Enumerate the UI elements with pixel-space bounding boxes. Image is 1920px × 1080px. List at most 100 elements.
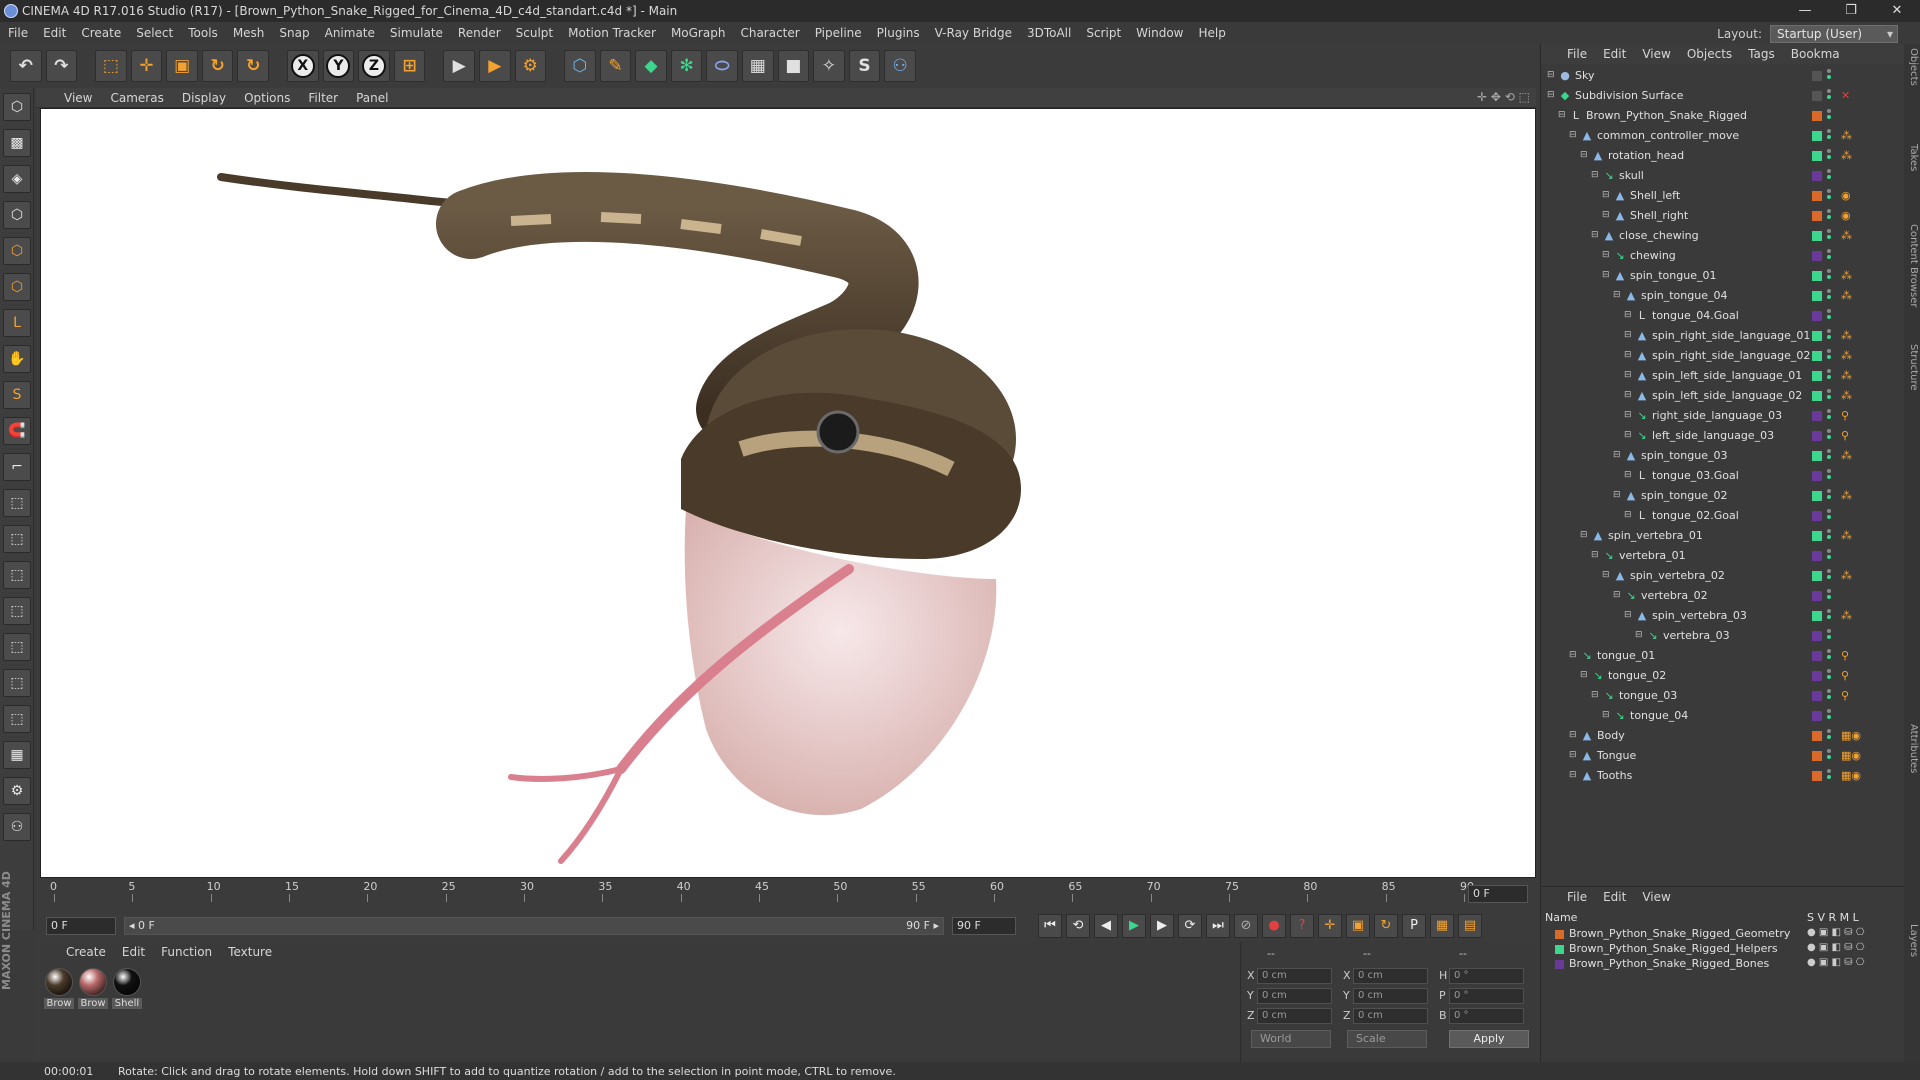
object-name[interactable]: spin_right_side_language_02 [1652,349,1810,362]
left-tool-3[interactable]: ⬡ [3,201,31,229]
layer-color-swatch[interactable] [1812,671,1822,681]
object-name[interactable]: spin_vertebra_02 [1630,569,1725,582]
object-row[interactable]: ⊟ ▲ spin_tongue_04 ⁂ [1541,286,1905,306]
playback-button-6[interactable]: ⏭ [1206,914,1230,938]
visibility-dots-icon[interactable] [1827,569,1831,583]
object-name[interactable]: spin_vertebra_01 [1608,529,1703,542]
visibility-dots-icon[interactable] [1827,529,1831,543]
undo-button[interactable]: ↶ [10,50,42,82]
left-tool-15[interactable]: ⬚ [3,633,31,661]
object-tags[interactable]: ⁂ [1841,149,1852,162]
python-script-button[interactable]: S [848,50,881,82]
expand-toggle-icon[interactable]: ⊟ [1602,190,1610,200]
expand-toggle-icon[interactable]: ⊟ [1569,730,1577,740]
expand-toggle-icon[interactable]: ⊟ [1569,130,1577,140]
layer-color-swatch[interactable] [1812,591,1822,601]
object-row[interactable]: ⊟ ↘ vertebra_03 [1541,626,1905,646]
expand-toggle-icon[interactable]: ⊟ [1602,710,1610,720]
object-row[interactable]: ⊟ ▲ spin_vertebra_02 ⁂ [1541,566,1905,586]
material-swatch[interactable]: Brow [44,968,74,1009]
left-tool-18[interactable]: ▦ [3,741,31,769]
visibility-dots-icon[interactable] [1827,629,1831,643]
menu-item-mesh[interactable]: Mesh [233,26,265,40]
object-name[interactable]: vertebra_02 [1641,589,1708,602]
visibility-dots-icon[interactable] [1827,149,1831,163]
object-row[interactable]: ⊟ ▲ Shell_left ◉ [1541,186,1905,206]
coordinate-field[interactable]: 0 ° [1449,1008,1524,1024]
object-name[interactable]: tongue_04 [1630,709,1688,722]
render-view-button[interactable]: ▶ [443,50,475,82]
layer-color-swatch[interactable] [1812,211,1822,221]
visibility-dots-icon[interactable] [1827,289,1831,303]
viewport-menu-panel[interactable]: Panel [356,91,388,105]
x-axis-button[interactable]: X [287,50,319,82]
object-name[interactable]: Subdivision Surface [1575,89,1683,102]
object-tags[interactable]: ⁂ [1841,489,1852,502]
expand-toggle-icon[interactable]: ⊟ [1591,690,1599,700]
object-row[interactable]: ⊟ ↘ tongue_03 ⚲ [1541,686,1905,706]
layer-color-swatch[interactable] [1812,651,1822,661]
material-swatch[interactable]: Shell [112,968,142,1009]
render-settings-button[interactable]: ⚙ [514,50,547,82]
object-row[interactable]: ⊟ ▲ spin_right_side_language_01 ⁂ [1541,326,1905,346]
menu-item-select[interactable]: Select [136,26,173,40]
layer-color-swatch[interactable] [1812,491,1822,501]
left-tool-7[interactable]: ✋ [3,345,31,373]
object-name[interactable]: Shell_left [1630,189,1680,202]
layer-name[interactable]: Brown_Python_Snake_Rigged_Helpers [1569,942,1778,955]
layer-row[interactable]: Brown_Python_Snake_Rigged_Bones ● ▣ ◧ ⛁ ⎔ [1545,957,1901,972]
expand-toggle-icon[interactable]: ⊟ [1624,370,1632,380]
expand-toggle-icon[interactable]: ⊟ [1602,250,1610,260]
object-name[interactable]: right_side_language_03 [1652,409,1782,422]
visibility-dots-icon[interactable] [1827,549,1831,563]
object-menu-objects[interactable]: Objects [1687,47,1732,61]
object-tags[interactable]: ⁂ [1841,609,1852,622]
layer-color-swatch[interactable] [1812,451,1822,461]
side-tab-structure[interactable]: Structure [1905,344,1919,391]
left-tool-5[interactable]: ⬡ [3,273,31,301]
expand-toggle-icon[interactable]: ⊟ [1635,630,1643,640]
object-name[interactable]: tongue_01 [1597,649,1655,662]
coordinate-system-button[interactable]: ⊞ [393,50,426,82]
object-row[interactable]: ⊟ ▲ spin_tongue_01 ⁂ [1541,266,1905,286]
viewport-menu-options[interactable]: Options [244,91,290,105]
side-tab-takes[interactable]: Takes [1905,144,1919,171]
menu-item-pipeline[interactable]: Pipeline [815,26,862,40]
object-tags[interactable]: ◉ [1841,189,1851,202]
visibility-dots-icon[interactable] [1827,749,1831,763]
visibility-dots-icon[interactable] [1827,369,1831,383]
object-row[interactable]: ⊟ ◆ Subdivision Surface ✕ [1541,86,1905,106]
layer-color-swatch[interactable] [1812,351,1822,361]
side-tab-objects[interactable]: Objects [1905,48,1919,86]
menu-item-v-ray-bridge[interactable]: V-Ray Bridge [935,26,1012,40]
current-frame-field[interactable]: 0 F [1468,885,1528,903]
coordinate-field[interactable]: 0 ° [1449,968,1524,984]
object-tags[interactable]: ⚲ [1841,649,1849,662]
layer-color-swatch[interactable] [1812,251,1822,261]
object-name[interactable]: spin_left_side_language_02 [1652,389,1802,402]
object-name[interactable]: chewing [1630,249,1676,262]
viewport-menu-cameras[interactable]: Cameras [110,91,163,105]
menu-item-sculpt[interactable]: Sculpt [516,26,553,40]
object-tags[interactable]: ⁂ [1841,529,1852,542]
layer-color-swatch[interactable] [1812,291,1822,301]
menu-item-file[interactable]: File [8,26,28,40]
visibility-dots-icon[interactable] [1827,309,1831,323]
light-button[interactable]: ✧ [813,50,845,82]
viewport-menu-filter[interactable]: Filter [308,91,338,105]
object-name[interactable]: spin_left_side_language_01 [1652,369,1802,382]
menu-item-tools[interactable]: Tools [188,26,218,40]
left-tool-8[interactable]: S [3,381,31,409]
left-tool-4[interactable]: ⬡ [3,237,31,265]
layer-color-swatch[interactable] [1812,471,1822,481]
object-name[interactable]: Brown_Python_Snake_Rigged [1586,109,1747,122]
visibility-dots-icon[interactable] [1827,769,1831,783]
layer-color-swatch[interactable] [1812,391,1822,401]
expand-toggle-icon[interactable]: ⊟ [1613,290,1621,300]
object-name[interactable]: spin_vertebra_03 [1652,609,1747,622]
object-row[interactable]: ⊟ ▲ spin_tongue_02 ⁂ [1541,486,1905,506]
pen-button[interactable]: ✎ [599,50,632,82]
layer-color-swatch[interactable] [1812,331,1822,341]
visibility-dots-icon[interactable] [1827,669,1831,683]
layer-color-swatch[interactable] [1812,411,1822,421]
